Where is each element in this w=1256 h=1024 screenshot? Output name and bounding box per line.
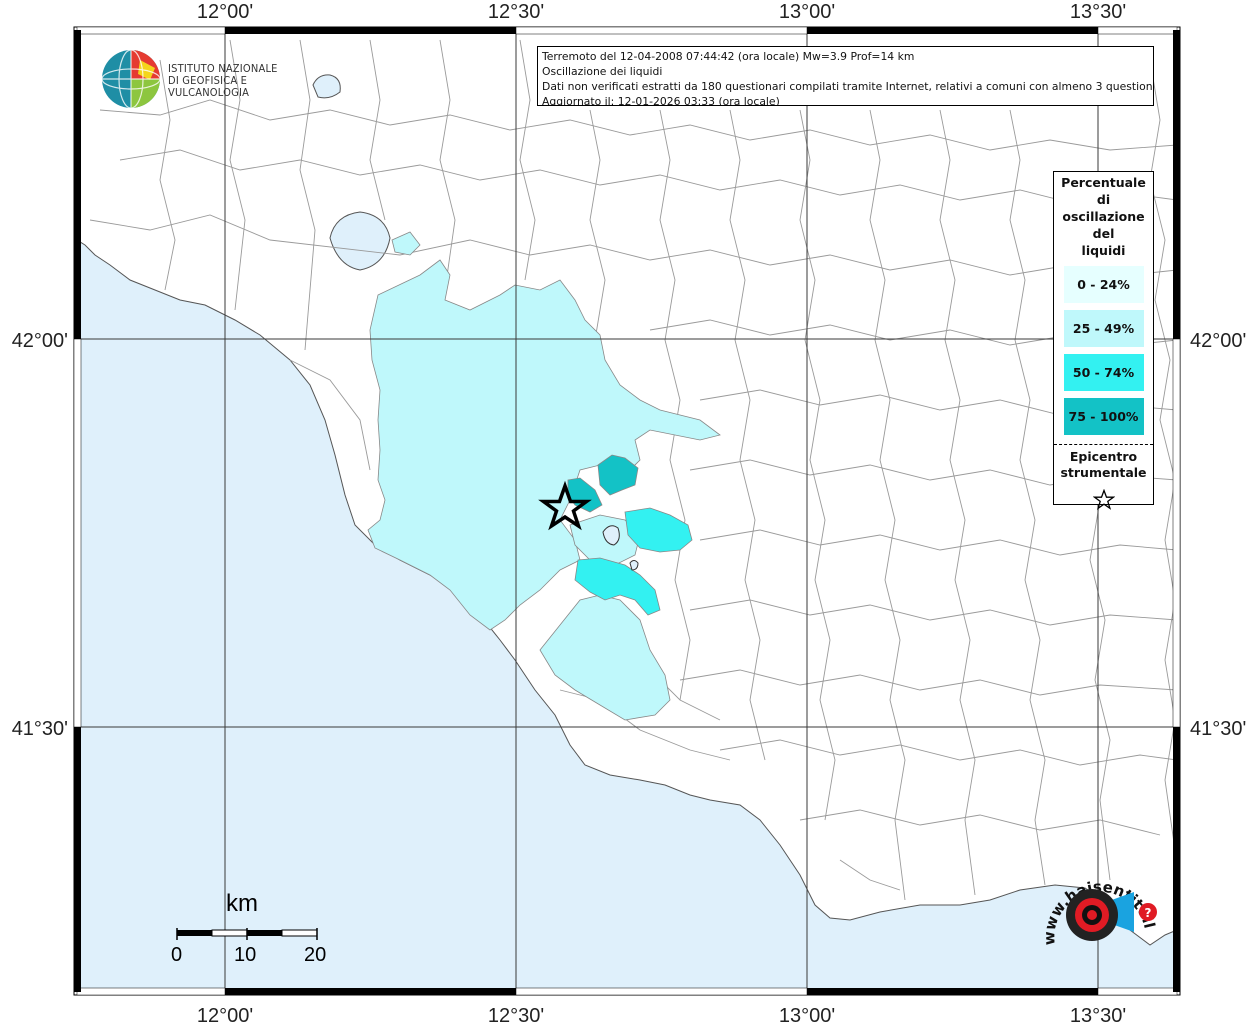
- lon-label-top-1: 12°00': [197, 1, 253, 23]
- legend-item-50-74: 50 - 74%: [1063, 354, 1144, 391]
- globe-icon: [101, 49, 161, 109]
- ingv-name-line2: DI GEOFISICA E VULCANOLOGIA: [168, 74, 250, 99]
- legend: Percentuale di oscillazione del liquidi …: [1053, 171, 1154, 510]
- legend-title-line: di: [1096, 192, 1111, 207]
- scale-bar: km 0 10 20: [160, 890, 340, 970]
- lon-label-top-2: 12°30': [488, 1, 544, 23]
- legend-item-25-49: 25 - 49%: [1063, 310, 1144, 347]
- lon-label-bottom-2: 12°30': [488, 1005, 544, 1024]
- lon-label-bottom-1: 12°00': [197, 1005, 253, 1024]
- legend-title-line: liquidi: [1081, 243, 1126, 258]
- lake-nemi: [629, 560, 639, 571]
- legend-title-line: oscillazione: [1062, 209, 1145, 224]
- scale-unit: km: [226, 890, 258, 917]
- svg-text:?: ?: [1145, 906, 1152, 920]
- lon-label-bottom-3: 13°00': [779, 1005, 835, 1024]
- scale-bar-graphic: [176, 928, 318, 940]
- lon-label-bottom-4: 13°30': [1070, 1005, 1126, 1024]
- lat-label-right-1: 42°00': [1190, 330, 1246, 352]
- lake-top: [312, 74, 341, 99]
- ingv-logo: ISTITUTO NAZIONALE DI GEOFISICA E VULCAN…: [100, 48, 310, 109]
- legend-separator: [1054, 444, 1153, 445]
- scale-label-20: 20: [304, 944, 327, 966]
- legend-title-line: del: [1092, 226, 1115, 241]
- scale-label-0: 0: [171, 944, 183, 966]
- lat-label-left-2: 41°30': [12, 718, 68, 740]
- event-info-line1: Terremoto del 12-04-2008 07:44:42 (ora l…: [542, 50, 915, 63]
- lat-label-left-1: 42°00': [12, 330, 68, 352]
- scale-label-10: 10: [234, 944, 257, 966]
- lon-label-top-3: 13°00': [779, 1, 835, 23]
- lon-label-top-4: 13°30': [1070, 1, 1126, 23]
- star-icon: [1054, 488, 1153, 514]
- event-info-line3: Dati non verificati estratti da 180 ques…: [542, 80, 1154, 93]
- legend-epicenter-label: Epicentro strumentale: [1054, 449, 1153, 481]
- legend-title: Percentuale di oscillazione del liquidi: [1054, 174, 1153, 259]
- lat-label-right-2: 41°30': [1190, 718, 1246, 740]
- legend-epicenter-line: Epicentro: [1069, 449, 1138, 464]
- event-info-line2: Oscillazione dei liquidi: [542, 65, 663, 78]
- legend-item-75-100: 75 - 100%: [1063, 398, 1144, 435]
- legend-title-line: Percentuale: [1061, 175, 1146, 190]
- event-info-line4: Aggiornato il: 12-01-2026 03:33 (ora loc…: [542, 95, 780, 106]
- legend-item-0-24: 0 - 24%: [1063, 266, 1144, 303]
- event-info-box: Terremoto del 12-04-2008 07:44:42 (ora l…: [537, 46, 1154, 106]
- haisentito-logo: www.haisentitoilterremoto.it ?: [1022, 846, 1170, 975]
- legend-epicenter-line: strumentale: [1060, 465, 1147, 480]
